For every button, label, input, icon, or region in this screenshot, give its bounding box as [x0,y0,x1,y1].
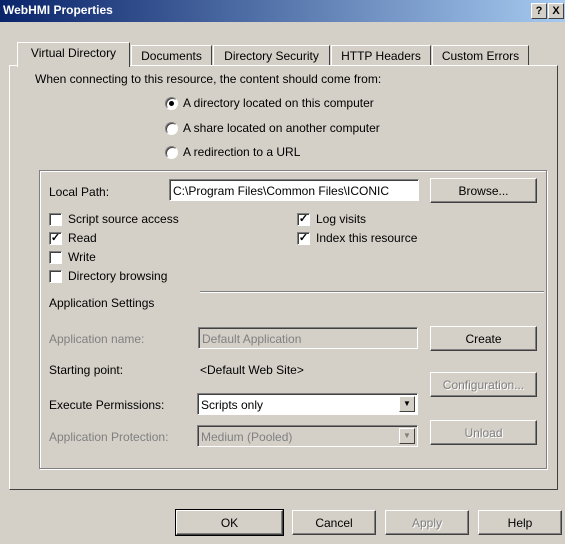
browse-button[interactable]: Browse... [430,178,537,203]
checkbox-read[interactable]: ✓ [49,232,62,245]
create-button[interactable]: Create [430,326,537,351]
ok-button[interactable]: OK [175,509,284,536]
execute-permissions-value: Scripts only [201,398,264,412]
chevron-down-icon[interactable]: ▼ [399,428,415,444]
title-bar: WebHMI Properties ? X [0,0,565,22]
radio-label-network-share: A share located on another computer [183,121,380,135]
tab-virtual-directory[interactable]: Virtual Directory [17,42,130,67]
properties-dialog: WebHMI Properties ? X Virtual Directory … [0,0,565,544]
radio-local-directory[interactable] [165,97,178,110]
tab-custom-errors[interactable]: Custom Errors [432,45,529,66]
starting-point-label: Starting point: [49,363,124,377]
label-log-visits: Log visits [316,212,367,226]
tab-directory-security[interactable]: Directory Security [213,45,330,66]
checkbox-script-source-access[interactable] [49,213,62,226]
tab-http-headers[interactable]: HTTP Headers [331,45,431,66]
label-script-source-access: Script source access [68,212,179,226]
help-button[interactable]: Help [478,510,562,535]
checkbox-write[interactable] [49,251,62,264]
application-settings-heading: Application Settings [49,296,155,310]
chevron-down-icon[interactable]: ▼ [399,396,415,412]
apply-button[interactable]: Apply [385,510,469,535]
window-title: WebHMI Properties [3,3,113,17]
label-index-resource: Index this resource [316,231,418,245]
label-write: Write [68,250,96,264]
radio-selected-dot [169,101,174,106]
configuration-button[interactable]: Configuration... [430,372,537,397]
label-directory-browsing: Directory browsing [68,269,168,283]
application-protection-label: Application Protection: [49,430,169,444]
checkbox-index-resource[interactable]: ✓ [297,232,310,245]
radio-label-redirect-url: A redirection to a URL [183,145,301,159]
app-name-input[interactable]: Default Application [198,327,418,349]
help-title-button[interactable]: ? [531,3,547,19]
unload-button[interactable]: Unload [430,420,537,445]
radio-redirect-url[interactable] [165,146,178,159]
local-path-input[interactable]: C:\Program Files\Common Files\ICONIC [169,179,419,201]
local-path-label: Local Path: [49,185,110,199]
group-separator [200,291,544,293]
execute-permissions-select[interactable]: Scripts only ▼ [197,393,418,415]
starting-point-value: <Default Web Site> [200,363,304,377]
execute-permissions-label: Execute Permissions: [49,398,165,412]
app-name-label: Application name: [49,332,145,346]
application-protection-value: Medium (Pooled) [201,430,293,444]
checkbox-directory-browsing[interactable] [49,270,62,283]
checkbox-log-visits[interactable]: ✓ [297,213,310,226]
close-title-button[interactable]: X [548,3,564,19]
cancel-button[interactable]: Cancel [292,510,376,535]
intro-text: When connecting to this resource, the co… [35,72,382,86]
radio-network-share[interactable] [165,122,178,135]
label-read: Read [68,231,97,245]
tab-documents[interactable]: Documents [131,45,212,66]
application-protection-select[interactable]: Medium (Pooled) ▼ [197,425,418,447]
radio-label-local-directory: A directory located on this computer [183,96,374,110]
